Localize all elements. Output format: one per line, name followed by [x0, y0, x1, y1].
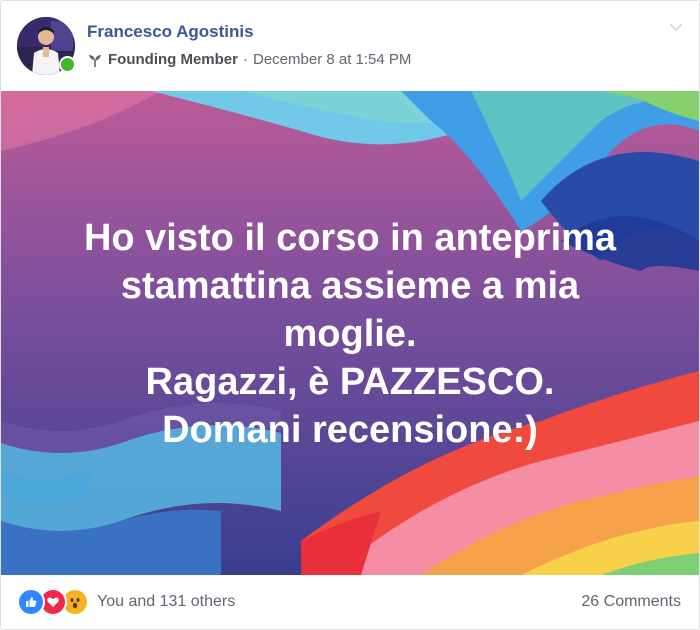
- author-avatar[interactable]: [17, 17, 76, 75]
- reactions-text[interactable]: You and 131 others: [97, 593, 235, 611]
- reactions-summary[interactable]: You and 131 others: [17, 588, 235, 616]
- chevron-down-icon[interactable]: [669, 23, 683, 33]
- post-header: Francesco Agostinis Founding Member · De…: [1, 1, 699, 91]
- post-text-line: Ragazzi, è PAZZESCO.: [145, 361, 555, 403]
- founding-member-badge: Founding Member: [108, 51, 238, 68]
- post-timestamp-link[interactable]: December 8 at 1:54 PM: [253, 51, 411, 68]
- post-text-line: Domani recensione:): [162, 409, 538, 451]
- reaction-icons: [17, 588, 89, 616]
- post-text-line: moglie.: [283, 313, 417, 355]
- post-text-line: stamattina assieme a mia: [120, 265, 580, 307]
- post-background-image[interactable]: Ho visto il corso in anteprima stamattin…: [1, 91, 699, 575]
- post-text: Ho visto il corso in anteprima stamattin…: [21, 214, 679, 454]
- sprout-icon: [89, 54, 101, 67]
- meta-separator: ·: [243, 51, 248, 68]
- online-status-indicator: [59, 56, 76, 73]
- like-icon: [17, 588, 45, 616]
- post-footer: You and 131 others 26 Comments: [1, 575, 699, 629]
- feed-post: Francesco Agostinis Founding Member · De…: [0, 0, 700, 630]
- author-name-link[interactable]: Francesco Agostinis: [87, 22, 254, 42]
- post-text-line: Ho visto il corso in anteprima: [83, 217, 617, 259]
- comments-count-link[interactable]: 26 Comments: [581, 593, 681, 611]
- post-meta: Founding Member · December 8 at 1:54 PM: [87, 51, 411, 68]
